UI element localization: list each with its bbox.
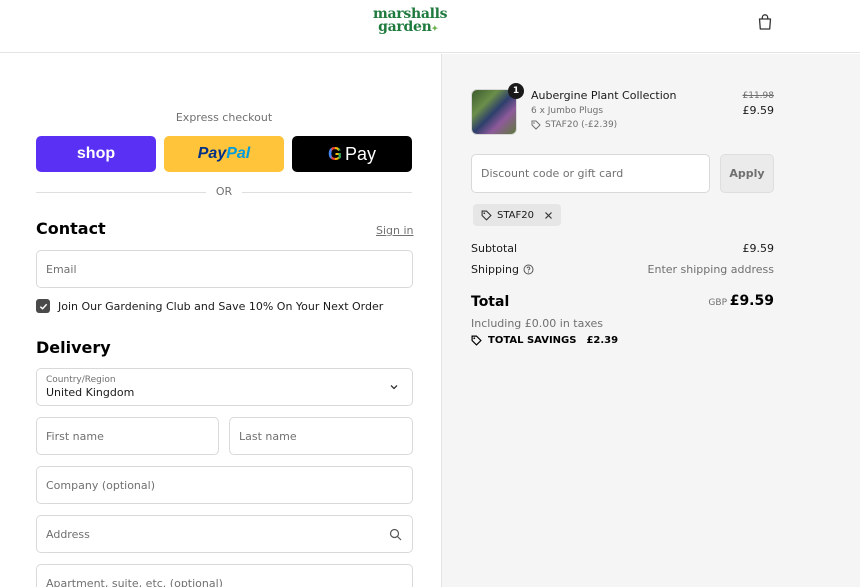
newsletter-label: Join Our Gardening Club and Save 10% On … xyxy=(58,299,384,313)
taxes-note: Including £0.00 in taxes xyxy=(471,317,604,330)
google-pay-label: Pay xyxy=(344,143,377,164)
product-name: Aubergine Plant Collection xyxy=(531,89,677,102)
company-field[interactable]: Company (optional) xyxy=(36,466,413,504)
tag-icon xyxy=(531,120,541,130)
newsletter-option[interactable]: Join Our Gardening Club and Save 10% On … xyxy=(36,299,383,313)
last-name-placeholder: Last name xyxy=(239,429,297,443)
shipping-value: Enter shipping address xyxy=(647,263,774,276)
google-g-icon: G xyxy=(327,143,342,164)
contact-heading: Contact xyxy=(36,219,106,238)
paypal-label-part1: Pay xyxy=(197,145,227,162)
shipping-label: Shipping xyxy=(471,263,519,276)
company-placeholder: Company (optional) xyxy=(46,478,155,492)
divider-line-right xyxy=(242,192,412,193)
checkmark-icon xyxy=(39,303,47,310)
close-icon[interactable] xyxy=(544,211,553,220)
paypal-button[interactable]: Pay Pal xyxy=(164,136,284,172)
total-value: £9.59 xyxy=(729,293,774,309)
newsletter-checkbox[interactable] xyxy=(36,299,50,313)
address-placeholder: Address xyxy=(46,527,90,541)
subtotal-label: Subtotal xyxy=(471,242,518,255)
apartment-field[interactable]: Apartment, suite, etc. (optional) xyxy=(36,564,413,587)
product-original-price: £11.98 xyxy=(742,91,775,101)
subtotal-value: £9.59 xyxy=(742,242,775,255)
logo-line2: garden✦ xyxy=(373,19,443,35)
or-divider: OR xyxy=(36,185,412,199)
last-name-field[interactable]: Last name xyxy=(229,417,413,455)
tag-icon xyxy=(471,335,482,346)
help-circle-icon[interactable] xyxy=(523,264,534,275)
checkout-header: marshalls garden✦ xyxy=(0,0,860,53)
total-savings: TOTAL SAVINGS £2.39 xyxy=(471,335,618,346)
tag-icon xyxy=(481,210,492,221)
address-field[interactable]: Address xyxy=(36,515,413,553)
product-discount-text: STAF20 (-£2.39) xyxy=(545,120,618,130)
order-summary-pane: 1 Aubergine Plant Collection 6 x Jumbo P… xyxy=(442,54,860,587)
apply-discount-button[interactable]: Apply xyxy=(720,154,774,193)
quantity-badge: 1 xyxy=(508,83,524,99)
applied-discount-chip: STAF20 xyxy=(473,204,561,226)
shopping-bag-icon[interactable] xyxy=(756,13,774,31)
express-checkout-label: Express checkout xyxy=(175,111,273,124)
chevron-down-icon xyxy=(390,385,398,390)
search-icon[interactable] xyxy=(389,528,402,541)
country-select[interactable]: Country/Region United Kingdom xyxy=(36,368,413,406)
country-value: United Kingdom xyxy=(46,386,135,399)
first-name-placeholder: First name xyxy=(46,429,104,443)
product-variant: 6 x Jumbo Plugs xyxy=(531,106,604,116)
total-currency: GBP xyxy=(708,298,727,308)
savings-label: TOTAL SAVINGS xyxy=(488,335,577,346)
email-field[interactable]: Email xyxy=(36,250,413,288)
total-label: Total xyxy=(471,294,510,310)
store-logo[interactable]: marshalls garden✦ xyxy=(373,7,448,35)
checkout-form-pane: Express checkout shop Pay Pal G Pay OR Con… xyxy=(0,54,442,587)
shop-pay-label: shop xyxy=(76,145,116,162)
leaf-icon: ✦ xyxy=(431,23,438,33)
first-name-field[interactable]: First name xyxy=(36,417,219,455)
google-pay-button[interactable]: G Pay xyxy=(292,136,412,172)
applied-code-label: STAF20 xyxy=(497,209,534,221)
country-label: Country/Region xyxy=(46,375,116,385)
savings-value: £2.39 xyxy=(586,335,619,346)
email-placeholder: Email xyxy=(46,262,77,276)
paypal-label-part2: Pal xyxy=(226,145,251,162)
shipping-row-label: Shipping xyxy=(471,263,534,276)
logo-line2-text: garden xyxy=(378,19,432,35)
discount-code-field[interactable]: Discount code or gift card xyxy=(471,154,710,193)
product-discount: STAF20 (-£2.39) xyxy=(531,120,617,130)
shop-pay-button[interactable]: shop xyxy=(36,136,156,172)
apartment-placeholder: Apartment, suite, etc. (optional) xyxy=(46,576,223,587)
discount-placeholder: Discount code or gift card xyxy=(481,167,624,180)
product-price: £9.59 xyxy=(742,104,775,117)
sign-in-link[interactable]: Sign in xyxy=(376,224,414,237)
delivery-heading: Delivery xyxy=(36,338,111,357)
